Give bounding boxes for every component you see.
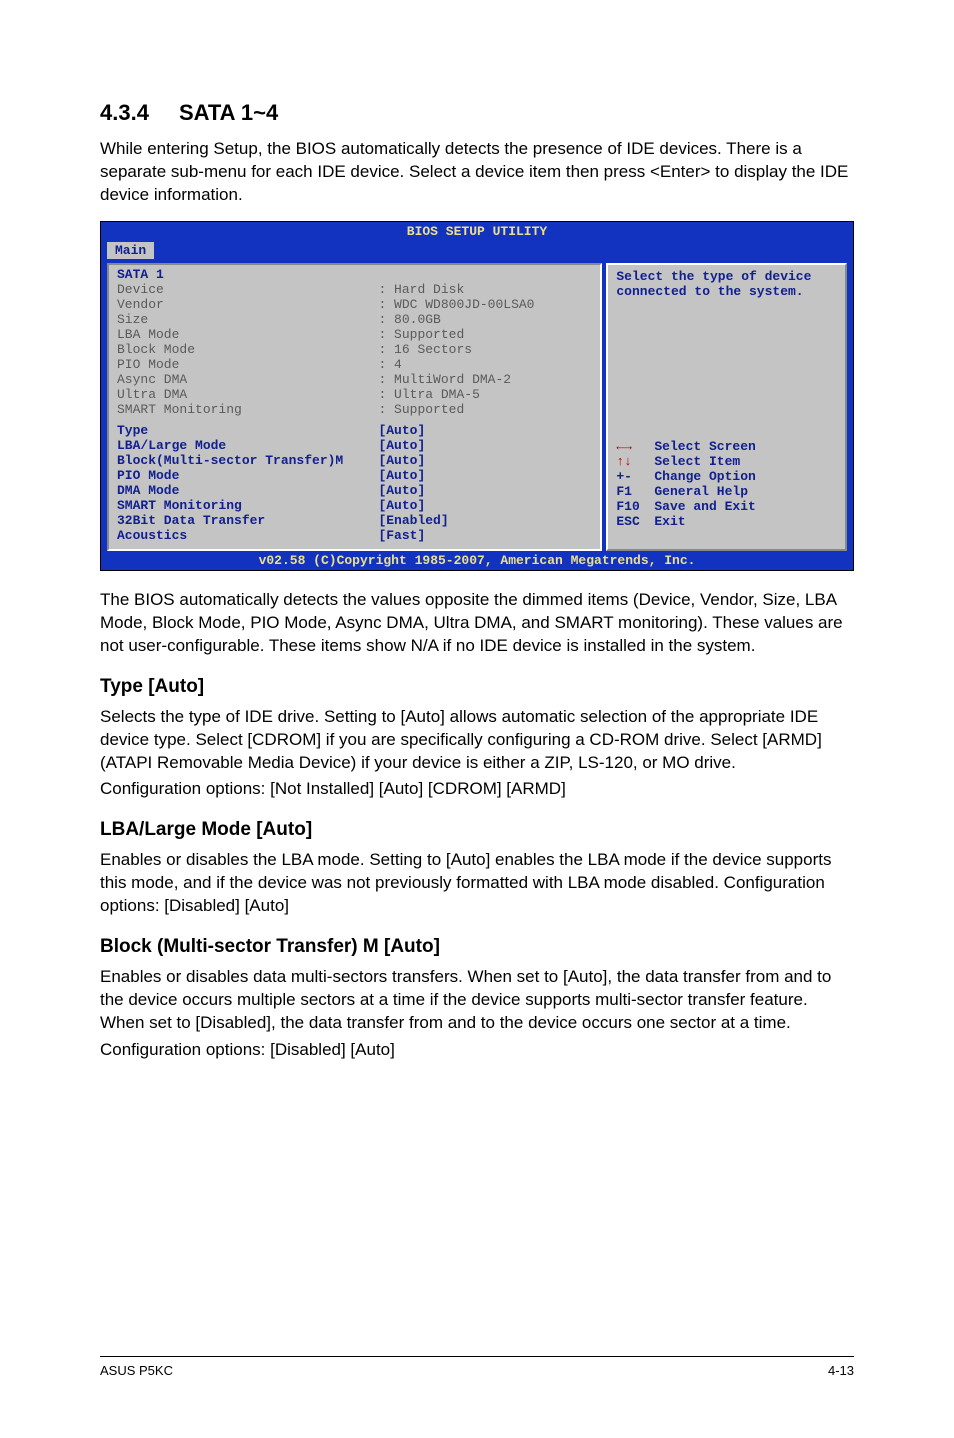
- bios-key: +-: [616, 469, 654, 484]
- arrows-ud-icon: ↑↓: [616, 454, 654, 469]
- bios-info-row: Ultra DMA: Ultra DMA-5: [117, 387, 592, 402]
- block-body: Enables or disables data multi-sectors t…: [100, 966, 854, 1035]
- bios-option-label: SMART Monitoring: [117, 498, 378, 513]
- bios-key-row: ↑↓Select Item: [616, 454, 837, 469]
- bios-option-label: PIO Mode: [117, 468, 378, 483]
- bios-key-row: F10Save and Exit: [616, 499, 837, 514]
- bios-option-label: DMA Mode: [117, 483, 378, 498]
- type-config: Configuration options: [Not Installed] […: [100, 778, 854, 801]
- bios-copyright: v02.58 (C)Copyright 1985-2007, American …: [101, 551, 853, 570]
- block-config: Configuration options: [Disabled] [Auto]: [100, 1039, 854, 1062]
- bios-option-row: Block(Multi-sector Transfer)M[Auto]: [117, 453, 592, 468]
- bios-option-value: [Auto]: [378, 423, 425, 438]
- bios-info-row: Size: 80.0GB: [117, 312, 592, 327]
- bios-key: ESC: [616, 514, 654, 529]
- bios-key-desc: Exit: [654, 514, 685, 529]
- bios-key-desc: General Help: [654, 484, 748, 499]
- bios-info-label: Ultra DMA: [117, 387, 378, 402]
- bios-option-value: [Fast]: [378, 528, 425, 543]
- bios-help-panel: Select the type of device connected to t…: [606, 263, 847, 551]
- block-heading: Block (Multi-sector Transfer) M [Auto]: [100, 936, 854, 958]
- bios-option-label: LBA/Large Mode: [117, 438, 378, 453]
- type-body: Selects the type of IDE drive. Setting t…: [100, 706, 854, 775]
- bios-option-row: Acoustics[Fast]: [117, 528, 592, 543]
- bios-info-label: LBA Mode: [117, 327, 378, 342]
- bios-option-label: Block(Multi-sector Transfer)M: [117, 453, 378, 468]
- section-number: 4.3.4: [100, 100, 149, 126]
- bios-info-row: PIO Mode: 4: [117, 357, 592, 372]
- bios-tabs: Main: [101, 241, 853, 263]
- bios-info-label: Device: [117, 282, 378, 297]
- bios-info-value: : WDC WD800JD-00LSA0: [378, 297, 534, 312]
- footer-left: ASUS P5KC: [100, 1363, 173, 1378]
- bios-info-value: : 16 Sectors: [378, 342, 472, 357]
- bios-info-row: Vendor: WDC WD800JD-00LSA0: [117, 297, 592, 312]
- section-heading: 4.3.4 SATA 1~4: [100, 100, 854, 126]
- lba-heading: LBA/Large Mode [Auto]: [100, 819, 854, 841]
- bios-key-desc: Select Item: [654, 454, 740, 469]
- bios-key-row: F1General Help: [616, 484, 837, 499]
- bios-info-row: LBA Mode: Supported: [117, 327, 592, 342]
- bios-option-row: LBA/Large Mode[Auto]: [117, 438, 592, 453]
- bios-panel-title: SATA 1: [117, 267, 592, 282]
- bios-option-row: SMART Monitoring[Auto]: [117, 498, 592, 513]
- bios-option-value: [Auto]: [378, 468, 425, 483]
- bios-key-desc: Save and Exit: [654, 499, 755, 514]
- after-bios-paragraph: The BIOS automatically detects the value…: [100, 589, 854, 658]
- bios-key: F10: [616, 499, 654, 514]
- page-footer: ASUS P5KC 4-13: [100, 1356, 854, 1378]
- bios-key-desc: Select Screen: [654, 439, 755, 454]
- bios-screenshot: BIOS SETUP UTILITY Main SATA 1 Device: H…: [100, 221, 854, 571]
- bios-option-value: [Enabled]: [378, 513, 448, 528]
- intro-paragraph: While entering Setup, the BIOS automatic…: [100, 138, 854, 207]
- bios-option-row: PIO Mode[Auto]: [117, 468, 592, 483]
- arrows-lr-icon: ←→: [616, 439, 654, 454]
- lba-body: Enables or disables the LBA mode. Settin…: [100, 849, 854, 918]
- section-title: SATA 1~4: [179, 100, 278, 125]
- bios-option-row: Type[Auto]: [117, 423, 592, 438]
- bios-info-value: : Supported: [378, 402, 464, 417]
- bios-key-desc: Change Option: [654, 469, 755, 484]
- bios-option-label: Type: [117, 423, 378, 438]
- bios-option-row: DMA Mode[Auto]: [117, 483, 592, 498]
- bios-info-value: : Hard Disk: [378, 282, 464, 297]
- bios-help-text: Select the type of device connected to t…: [616, 269, 837, 299]
- bios-info-row: Async DMA: MultiWord DMA-2: [117, 372, 592, 387]
- type-heading: Type [Auto]: [100, 676, 854, 698]
- bios-left-panel: SATA 1 Device: Hard Disk Vendor: WDC WD8…: [107, 263, 602, 551]
- bios-info-label: SMART Monitoring: [117, 402, 378, 417]
- bios-info-value: : Ultra DMA-5: [378, 387, 479, 402]
- bios-key-row: ←→Select Screen: [616, 439, 837, 454]
- bios-info-row: SMART Monitoring: Supported: [117, 402, 592, 417]
- bios-option-value: [Auto]: [378, 498, 425, 513]
- bios-key: F1: [616, 484, 654, 499]
- bios-info-value: : 80.0GB: [378, 312, 440, 327]
- bios-option-label: 32Bit Data Transfer: [117, 513, 378, 528]
- bios-info-row: Block Mode: 16 Sectors: [117, 342, 592, 357]
- bios-option-row: 32Bit Data Transfer[Enabled]: [117, 513, 592, 528]
- footer-right: 4-13: [828, 1363, 854, 1378]
- bios-info-label: PIO Mode: [117, 357, 378, 372]
- bios-key-row: ESCExit: [616, 514, 837, 529]
- bios-info-value: : 4: [378, 357, 401, 372]
- bios-option-value: [Auto]: [378, 438, 425, 453]
- bios-info-label: Size: [117, 312, 378, 327]
- bios-info-value: : MultiWord DMA-2: [378, 372, 511, 387]
- bios-option-value: [Auto]: [378, 453, 425, 468]
- bios-info-label: Async DMA: [117, 372, 378, 387]
- bios-info-label: Vendor: [117, 297, 378, 312]
- bios-option-value: [Auto]: [378, 483, 425, 498]
- bios-tab-main: Main: [107, 242, 154, 259]
- bios-option-label: Acoustics: [117, 528, 378, 543]
- bios-info-label: Block Mode: [117, 342, 378, 357]
- bios-key-row: +-Change Option: [616, 469, 837, 484]
- bios-info-value: : Supported: [378, 327, 464, 342]
- bios-title: BIOS SETUP UTILITY: [101, 222, 853, 241]
- bios-info-row: Device: Hard Disk: [117, 282, 592, 297]
